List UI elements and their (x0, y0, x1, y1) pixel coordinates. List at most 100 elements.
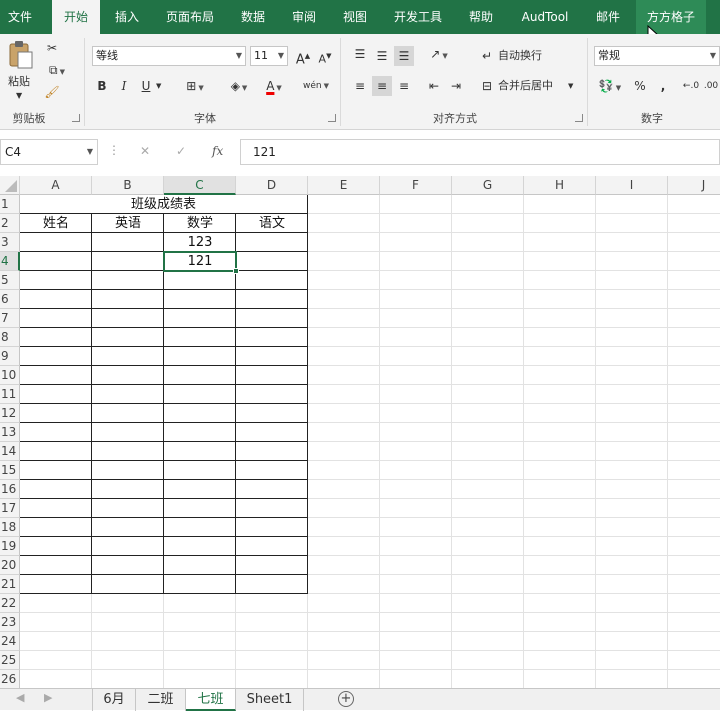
row-header-4[interactable]: 4 (0, 252, 20, 271)
row-header-26[interactable]: 26 (0, 670, 20, 688)
row-header-23[interactable]: 23 (0, 613, 20, 632)
font-name-combo[interactable]: 等线 ▼ (92, 46, 246, 66)
row-header-11[interactable]: 11 (0, 385, 20, 404)
format-painter-icon[interactable]: 🖌 (42, 82, 62, 102)
row-header-22[interactable]: 22 (0, 594, 20, 613)
column-header-c[interactable]: C (164, 176, 236, 195)
align-center-icon[interactable]: ≡ (372, 76, 392, 96)
cut-icon[interactable]: ✂ (42, 38, 62, 58)
row-header-16[interactable]: 16 (0, 480, 20, 499)
name-box[interactable]: C4 ▼ (0, 139, 98, 165)
column-header-j[interactable]: J (668, 176, 720, 195)
row-header-13[interactable]: 13 (0, 423, 20, 442)
row-header-17[interactable]: 17 (0, 499, 20, 518)
row-header-6[interactable]: 6 (0, 290, 20, 309)
accounting-format-icon[interactable]: 💱 ▼ (596, 76, 624, 96)
row-header-25[interactable]: 25 (0, 651, 20, 670)
merge-dropdown-icon[interactable]: ▼ (568, 76, 573, 96)
row-header-19[interactable]: 19 (0, 537, 20, 556)
row-header-10[interactable]: 10 (0, 366, 20, 385)
row-header-21[interactable]: 21 (0, 575, 20, 594)
alignment-launcher-icon[interactable] (575, 114, 583, 122)
align-right-icon[interactable]: ≡ (394, 76, 414, 96)
comma-style-button[interactable]: , (656, 76, 670, 96)
tab-audtool[interactable]: AudTool (512, 0, 578, 34)
column-header-e[interactable]: E (308, 176, 380, 195)
increase-indent-icon[interactable]: ⇥ (446, 76, 466, 96)
row-header-12[interactable]: 12 (0, 404, 20, 423)
decrease-decimal-icon[interactable]: .00 (702, 76, 720, 96)
increase-decimal-icon[interactable]: ←.0 (682, 76, 700, 96)
italic-button[interactable]: I (116, 76, 132, 96)
worksheet-grid[interactable]: ABCDEFGHIJ 1 2 3 4 5 6 7 8 9 10 11 12 13 14 15 16 17 18 19… (0, 176, 720, 688)
row-header-8[interactable]: 8 (0, 328, 20, 347)
sheet-tab-june[interactable]: 6月 (92, 689, 136, 711)
sheet-tab-sheet1[interactable]: Sheet1 (236, 689, 304, 711)
phonetic-guide-icon[interactable]: wén ▼ (300, 76, 332, 96)
row-header-5[interactable]: 5 (0, 271, 20, 290)
row-header-1[interactable]: 1 (0, 195, 20, 214)
scroll-left-icon[interactable]: ◀ (16, 691, 24, 704)
increase-font-icon[interactable]: A▲ (294, 46, 312, 67)
tab-developer[interactable]: 开发工具 (384, 0, 452, 34)
row-header-15[interactable]: 15 (0, 461, 20, 480)
row-header-18[interactable]: 18 (0, 518, 20, 537)
align-left-icon[interactable]: ≡ (350, 76, 370, 96)
tab-data[interactable]: 数据 (232, 0, 274, 34)
fill-handle[interactable] (233, 268, 239, 274)
orientation-icon[interactable]: ↗ ▼ (424, 44, 454, 64)
tab-home[interactable]: 开始 (52, 0, 100, 34)
decrease-font-icon[interactable]: A▼ (316, 46, 334, 66)
paste-dropdown-icon[interactable]: ▼ (16, 86, 22, 106)
align-top-icon[interactable]: ☰ (350, 44, 370, 64)
insert-function-icon[interactable]: fx (212, 144, 223, 158)
font-color-icon[interactable]: A ▼ (258, 76, 290, 96)
underline-dropdown-icon[interactable]: ▼ (156, 76, 161, 96)
font-size-combo[interactable]: 11 ▼ (250, 46, 288, 66)
number-format-combo[interactable]: 常规 ▼ (594, 46, 720, 66)
tab-review[interactable]: 审阅 (282, 0, 326, 34)
cell-c2[interactable]: 数学 (164, 214, 236, 233)
wrap-text-icon[interactable]: ↵ (480, 46, 494, 66)
paste-icon[interactable] (8, 40, 34, 70)
enter-icon[interactable]: ✓ (176, 144, 186, 158)
sheet-tab-class-7[interactable]: 七班 (186, 689, 236, 711)
column-header-b[interactable]: B (92, 176, 164, 195)
font-launcher-icon[interactable] (328, 114, 336, 122)
new-sheet-icon[interactable]: + (338, 691, 354, 707)
column-header-a[interactable]: A (20, 176, 92, 195)
select-all-corner[interactable] (0, 176, 20, 195)
tab-page-layout[interactable]: 页面布局 (156, 0, 224, 34)
underline-button[interactable]: U (138, 76, 154, 96)
row-header-24[interactable]: 24 (0, 632, 20, 651)
borders-icon[interactable]: ⊞ ▼ (180, 76, 210, 96)
cell-d2[interactable]: 语文 (236, 214, 308, 233)
tab-view[interactable]: 视图 (334, 0, 376, 34)
tab-help[interactable]: 帮助 (460, 0, 502, 34)
row-header-9[interactable]: 9 (0, 347, 20, 366)
sheet-tab-class-2[interactable]: 二班 (136, 689, 186, 711)
decrease-indent-icon[interactable]: ⇤ (424, 76, 444, 96)
cell-a2[interactable]: 姓名 (20, 214, 92, 233)
column-header-g[interactable]: G (452, 176, 524, 195)
tab-insert[interactable]: 插入 (104, 0, 150, 34)
row-header-14[interactable]: 14 (0, 442, 20, 461)
clipboard-launcher-icon[interactable] (72, 114, 80, 122)
bold-button[interactable]: B (94, 76, 110, 96)
row-header-2[interactable]: 2 (0, 214, 20, 233)
fill-color-icon[interactable]: ◈ ▼ (224, 76, 254, 96)
cell-b2[interactable]: 英语 (92, 214, 164, 233)
copy-icon[interactable]: ⧉ ▼ (42, 60, 72, 80)
column-header-i[interactable]: I (596, 176, 668, 195)
percent-style-button[interactable]: % (630, 76, 650, 96)
merge-center-icon[interactable]: ⊟ (480, 76, 494, 96)
cell-c3[interactable]: 123 (164, 233, 236, 252)
row-header-20[interactable]: 20 (0, 556, 20, 575)
align-bottom-icon[interactable]: ☰ (394, 46, 414, 66)
row-header-7[interactable]: 7 (0, 309, 20, 328)
merge-center-button[interactable]: 合并后居中 (498, 76, 553, 96)
column-header-h[interactable]: H (524, 176, 596, 195)
tab-file[interactable]: 文件 (0, 0, 40, 34)
cancel-icon[interactable]: ✕ (140, 144, 150, 158)
row-header-3[interactable]: 3 (0, 233, 20, 252)
